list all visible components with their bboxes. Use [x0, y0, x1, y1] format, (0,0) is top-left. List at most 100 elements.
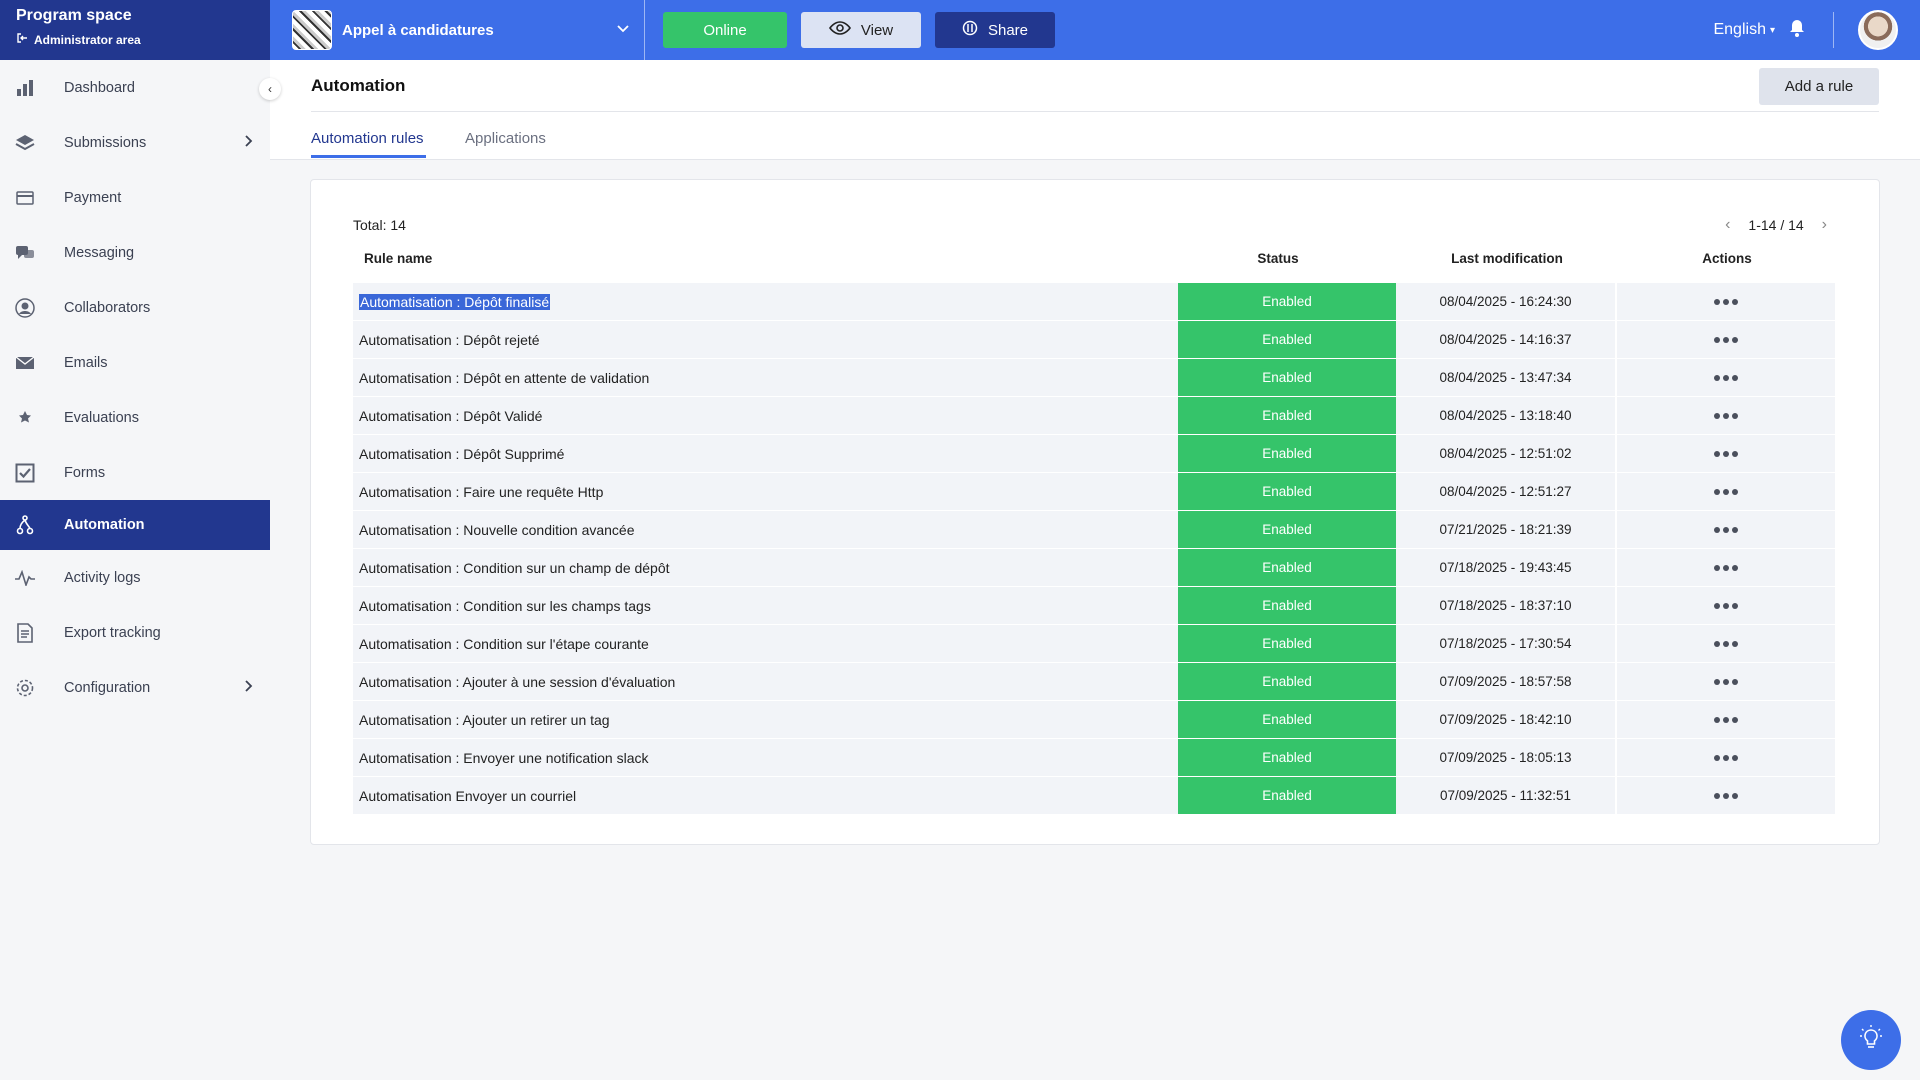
table-row[interactable]: Automatisation : Condition sur l'étape c… [353, 625, 1839, 663]
rule-name-cell[interactable]: Automatisation : Ajouter un retirer un t… [353, 701, 1178, 739]
table-row[interactable]: Automatisation : Dépôt finalisé Enabled 08… [353, 283, 1839, 321]
sidebar-item-activity-logs[interactable]: Activity logs [0, 550, 270, 605]
actions-cell [1617, 701, 1835, 739]
actions-cell [1617, 625, 1835, 663]
rule-name-cell[interactable]: Automatisation : Dépôt en attente de val… [353, 359, 1178, 397]
rule-name: Automatisation : Ajouter un retirer un t… [359, 711, 610, 728]
more-options-icon[interactable] [1714, 298, 1738, 305]
more-options-icon[interactable] [1714, 564, 1738, 571]
online-button[interactable]: Online [663, 12, 787, 48]
actions-cell [1617, 283, 1835, 321]
column-header-last-modification[interactable]: Last modification [1451, 251, 1563, 266]
more-options-icon[interactable] [1714, 488, 1738, 495]
rule-name-cell[interactable]: Automatisation : Ajouter à une session d… [353, 663, 1178, 701]
sidebar-item-emails[interactable]: Emails [0, 335, 270, 390]
more-options-icon[interactable] [1714, 678, 1738, 685]
rule-name-cell[interactable]: Automatisation : Faire une requête Http [353, 473, 1178, 511]
program-selector[interactable]: Appel à candidatures [270, 0, 645, 60]
table-header: Rule name Status Last modification Actio… [353, 251, 1839, 271]
rule-name-cell[interactable]: Automatisation Envoyer un courriel [353, 777, 1178, 815]
view-button[interactable]: View [801, 12, 921, 48]
more-options-icon[interactable] [1714, 412, 1738, 419]
sidebar-item-collaborators[interactable]: Collaborators [0, 280, 270, 335]
last-modification-cell: 08/04/2025 - 14:16:37 [1396, 321, 1617, 359]
last-modification-cell: 08/04/2025 - 12:51:02 [1396, 435, 1617, 473]
brand-header: Program space Administrator area [0, 0, 270, 60]
sidebar-item-payment[interactable]: Payment [0, 170, 270, 225]
last-modification-cell: 07/09/2025 - 18:05:13 [1396, 739, 1617, 777]
rule-name-cell[interactable]: Automatisation : Dépôt Supprimé [353, 435, 1178, 473]
table-row[interactable]: Automatisation : Condition sur les champ… [353, 587, 1839, 625]
bell-icon[interactable] [1789, 19, 1805, 42]
sidebar-nav: Dashboard Submissions Payment Messaging Coll… [0, 60, 270, 715]
sidebar-item-dashboard[interactable]: Dashboard [0, 60, 270, 115]
more-options-icon[interactable] [1714, 450, 1738, 457]
table-row[interactable]: Automatisation : Envoyer une notificatio… [353, 739, 1839, 777]
rule-name-cell[interactable]: Automatisation : Envoyer une notificatio… [353, 739, 1178, 777]
table-row[interactable]: Automatisation Envoyer un courriel Enable… [353, 777, 1839, 815]
column-header-status[interactable]: Status [1257, 251, 1298, 266]
more-options-icon[interactable] [1714, 754, 1738, 761]
sidebar-item-configuration[interactable]: Configuration [0, 660, 270, 715]
rule-name-cell[interactable]: Automatisation : Dépôt Validé [353, 397, 1178, 435]
status-badge: Enabled [1178, 359, 1396, 397]
more-options-icon[interactable] [1714, 526, 1738, 533]
help-button[interactable] [1841, 1010, 1901, 1070]
tab-automation-rules[interactable]: Automation rules [311, 130, 424, 147]
add-rule-label: Add a rule [1784, 78, 1854, 95]
sidebar-item-submissions[interactable]: Submissions [0, 115, 270, 170]
more-options-icon[interactable] [1714, 640, 1738, 647]
rule-name: Automatisation : Envoyer une notificatio… [359, 749, 649, 766]
more-options-icon[interactable] [1714, 374, 1738, 381]
sidebar-item-evaluations[interactable]: Evaluations [0, 390, 270, 445]
column-header-rule-name[interactable]: Rule name [364, 251, 432, 266]
chevron-right-icon[interactable]: › [1822, 216, 1827, 234]
add-rule-button[interactable]: Add a rule [1759, 68, 1879, 105]
table-row[interactable]: Automatisation : Condition sur un champ … [353, 549, 1839, 587]
table-row[interactable]: Automatisation : Nouvelle condition avan… [353, 511, 1839, 549]
table-row[interactable]: Automatisation : Ajouter à une session d… [353, 663, 1839, 701]
brand-title: Program space [16, 7, 132, 24]
sidebar-item-messaging[interactable]: Messaging [0, 225, 270, 280]
rule-name-cell[interactable]: Automatisation : Condition sur l'étape c… [353, 625, 1178, 663]
rule-name: Automatisation Envoyer un courriel [359, 787, 577, 804]
tab-label: Automation rules [311, 130, 424, 147]
administrator-area-link[interactable]: Administrator area [16, 32, 254, 47]
sidebar-item-forms[interactable]: Forms [0, 445, 270, 500]
table-row[interactable]: Automatisation : Ajouter un retirer un t… [353, 701, 1839, 739]
more-options-icon[interactable] [1714, 716, 1738, 723]
table-row[interactable]: Automatisation : Dépôt en attente de val… [353, 359, 1839, 397]
more-options-icon[interactable] [1714, 336, 1738, 343]
rule-name-cell[interactable]: Automatisation : Dépôt rejeté [353, 321, 1178, 359]
last-modification-cell: 07/21/2025 - 18:21:39 [1396, 511, 1617, 549]
online-label: Online [703, 21, 747, 39]
rule-name: Automatisation : Dépôt en attente de val… [359, 369, 650, 386]
share-icon [962, 20, 978, 40]
share-button[interactable]: Share [935, 12, 1055, 48]
table-row[interactable]: Automatisation : Dépôt rejeté Enabled 08/0… [353, 321, 1839, 359]
collapse-sidebar-button[interactable]: ‹ [259, 78, 281, 100]
top-bar: Appel à candidatures Online View Share E… [270, 0, 1920, 60]
sidebar-item-export-tracking[interactable]: Export tracking [0, 605, 270, 660]
lightbulb-icon [1860, 1024, 1882, 1056]
rule-name-cell[interactable]: Automatisation : Dépôt finalisé [353, 283, 1178, 321]
status-badge: Enabled [1178, 321, 1396, 359]
rule-name: Automatisation : Condition sur un champ … [359, 559, 670, 576]
sidebar-item-label: Automation [64, 517, 145, 533]
status-badge: Enabled [1178, 625, 1396, 663]
language-selector[interactable]: English ▾ [1713, 21, 1775, 39]
more-options-icon[interactable] [1714, 792, 1738, 799]
avatar[interactable] [1858, 10, 1898, 50]
sidebar-item-automation[interactable]: Automation [0, 500, 270, 550]
more-options-icon[interactable] [1714, 602, 1738, 609]
exit-icon [16, 32, 28, 47]
rule-name-cell[interactable]: Automatisation : Condition sur les champ… [353, 587, 1178, 625]
tab-applications[interactable]: Applications [465, 130, 546, 147]
table-row[interactable]: Automatisation : Dépôt Supprimé Enabled 08… [353, 435, 1839, 473]
chevron-left-icon[interactable]: ‹ [1725, 216, 1730, 234]
rule-name-cell[interactable]: Automatisation : Condition sur un champ … [353, 549, 1178, 587]
rule-name-cell[interactable]: Automatisation : Nouvelle condition avan… [353, 511, 1178, 549]
document-icon [14, 622, 36, 644]
table-row[interactable]: Automatisation : Faire une requête Http E… [353, 473, 1839, 511]
table-row[interactable]: Automatisation : Dépôt Validé Enabled 08/0… [353, 397, 1839, 435]
